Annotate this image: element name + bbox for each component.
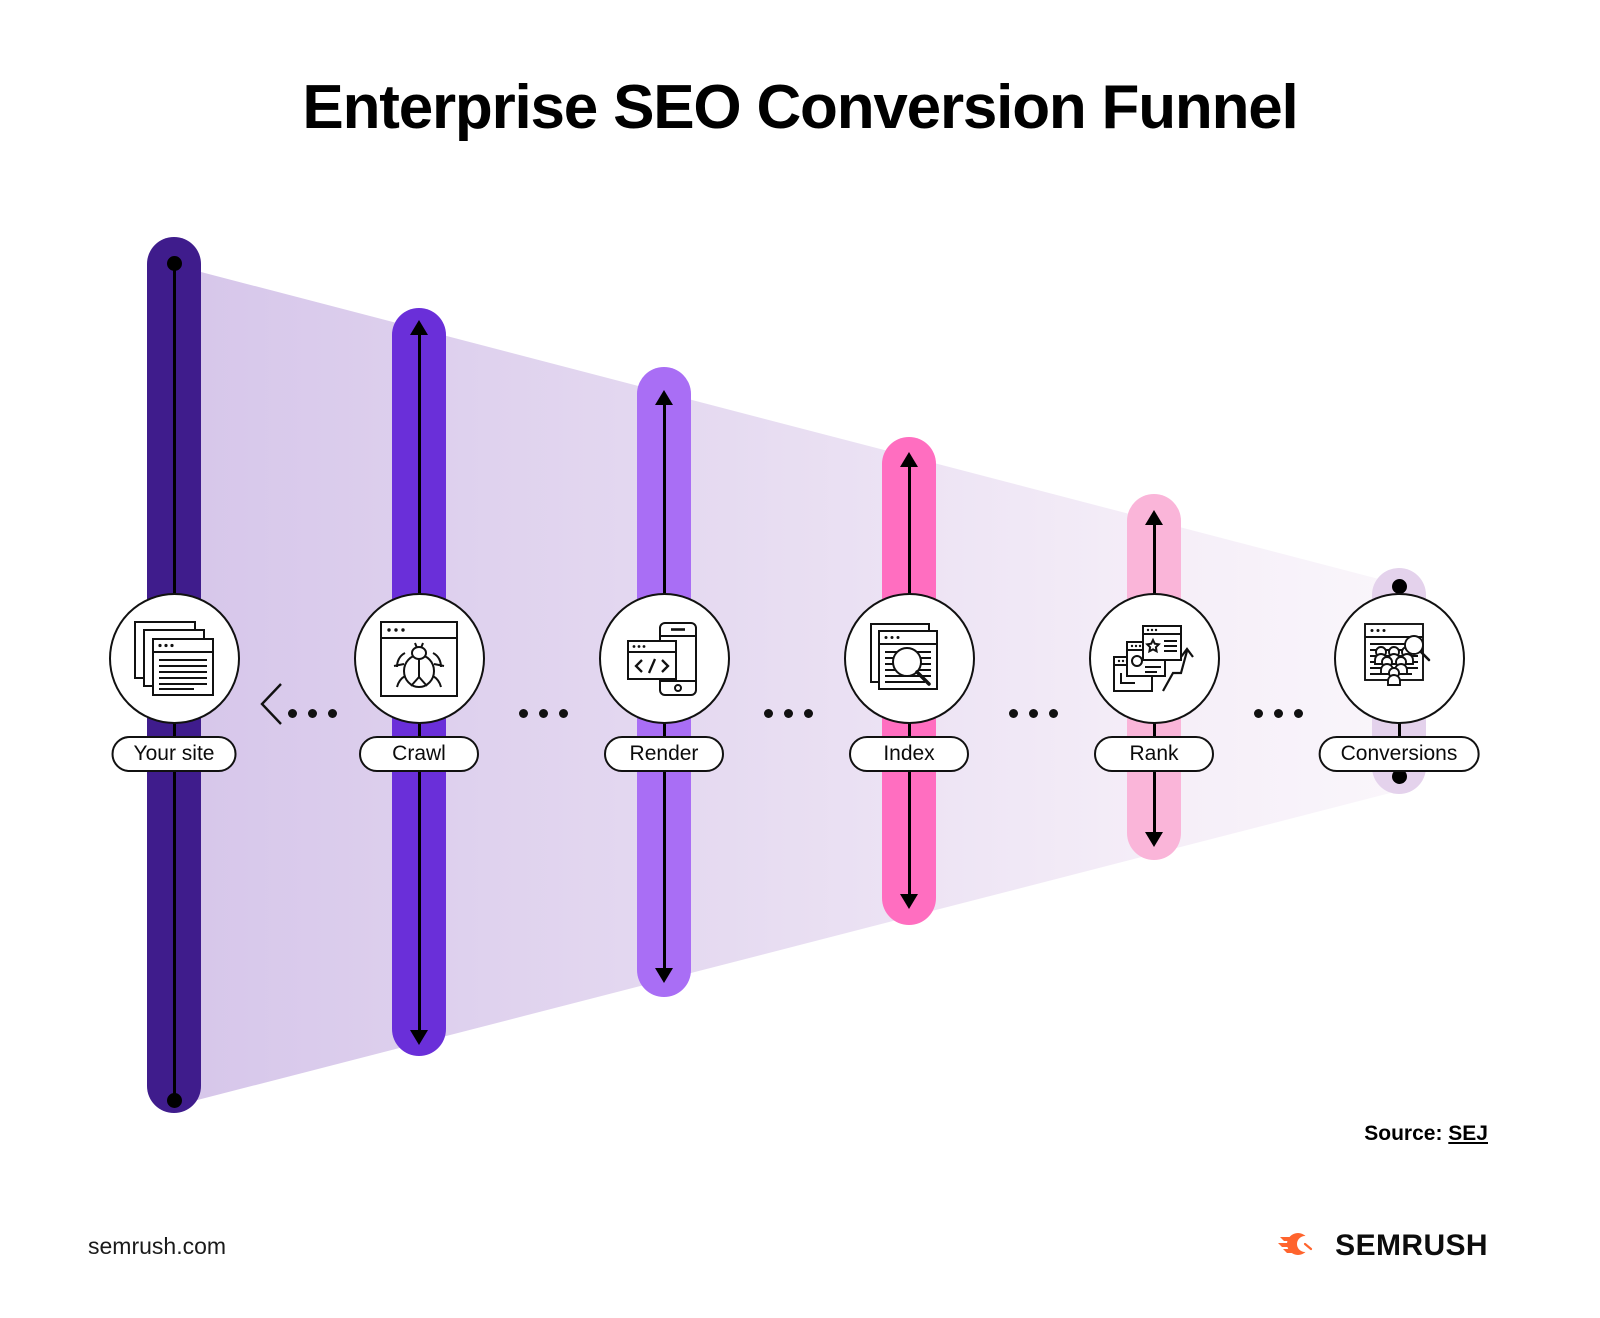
- infographic-canvas: Enterprise SEO Conversion Funnel Your si…: [0, 0, 1600, 1318]
- semrush-comet-icon: [1278, 1228, 1324, 1263]
- connector-dot: [1049, 708, 1058, 718]
- stacked-documents-icon: [132, 619, 216, 699]
- stage-crawl[interactable]: Crawl: [294, 0, 544, 1318]
- stage-conversions[interactable]: Conversions: [1274, 0, 1524, 1318]
- stage-rank[interactable]: Rank: [1029, 0, 1279, 1318]
- stage-icon-circle[interactable]: [1333, 593, 1465, 724]
- document-magnifier-icon: [867, 619, 951, 699]
- connector-dot: [1009, 708, 1018, 718]
- connector-dot: [804, 708, 813, 718]
- connector-dot: [784, 708, 793, 718]
- connector-dot: [1254, 708, 1263, 718]
- stage-label-pill[interactable]: Your site: [111, 736, 237, 772]
- stage-label: Rank: [1129, 742, 1179, 765]
- stage-index[interactable]: Index: [784, 0, 1034, 1318]
- stage-label-pill[interactable]: Crawl: [359, 736, 479, 772]
- stage-label-pill[interactable]: Conversions: [1318, 736, 1480, 772]
- audience-funnel-magnifier-icon: [1356, 619, 1442, 699]
- ranking-cards-growth-arrow-icon: [1111, 619, 1197, 699]
- bar-bottom-dot-icon: [166, 1093, 182, 1108]
- connector-rank-to-conversions: [1254, 703, 1303, 723]
- stage-icon-circle[interactable]: [843, 593, 975, 724]
- connector-dot: [559, 708, 568, 718]
- source-link[interactable]: SEJ: [1448, 1122, 1488, 1145]
- stage-label: Crawl: [392, 742, 446, 765]
- connector-render-to-index: [764, 703, 813, 723]
- source-label: Source:: [1364, 1122, 1443, 1145]
- bar-bottom-arrow-icon: [1145, 832, 1163, 847]
- connector-your-site-to-crawl: [288, 703, 337, 723]
- stage-icon-circle[interactable]: [108, 593, 240, 724]
- stage-icon-circle[interactable]: [1088, 593, 1220, 724]
- semrush-wordmark: SEMRUSH: [1335, 1228, 1488, 1262]
- stage-icon-circle[interactable]: [598, 593, 730, 724]
- spider-bug-browser-icon: [378, 619, 460, 699]
- connector-dot: [288, 708, 297, 718]
- stage-label-pill[interactable]: Render: [604, 736, 724, 772]
- connector-dot: [764, 708, 773, 718]
- connector-dot: [328, 708, 337, 718]
- connector-crawl-to-render: [519, 703, 568, 723]
- stage-label-pill[interactable]: Rank: [1094, 736, 1214, 772]
- stage-render[interactable]: Render: [539, 0, 789, 1318]
- stage-label: Render: [629, 742, 699, 765]
- stage-label: Your site: [133, 742, 215, 765]
- site-url: semrush.com: [88, 1233, 227, 1259]
- connector-dot: [1294, 708, 1303, 718]
- connector-index-to-rank: [1009, 703, 1058, 723]
- stage-label: Conversions: [1340, 742, 1458, 765]
- bar-bottom-arrow-icon: [410, 1030, 428, 1045]
- stage-your-site[interactable]: Your site: [49, 0, 299, 1318]
- connector-dot: [539, 708, 548, 718]
- stage-label-pill[interactable]: Index: [849, 736, 969, 772]
- connector-dot: [1029, 708, 1038, 718]
- code-window-mobile-icon: [622, 619, 706, 699]
- connector-left-chevron-icon: [260, 683, 282, 725]
- bar-bottom-arrow-icon: [655, 968, 673, 983]
- connector-dot: [308, 708, 317, 718]
- connector-dot: [519, 708, 528, 718]
- bar-bottom-arrow-icon: [900, 894, 918, 909]
- stage-label: Index: [883, 742, 935, 765]
- stage-icon-circle[interactable]: [353, 593, 485, 724]
- source-credit: Source: SEJ: [1364, 1122, 1488, 1146]
- connector-dot: [1274, 708, 1283, 718]
- semrush-logo[interactable]: SEMRUSH: [1278, 1228, 1488, 1263]
